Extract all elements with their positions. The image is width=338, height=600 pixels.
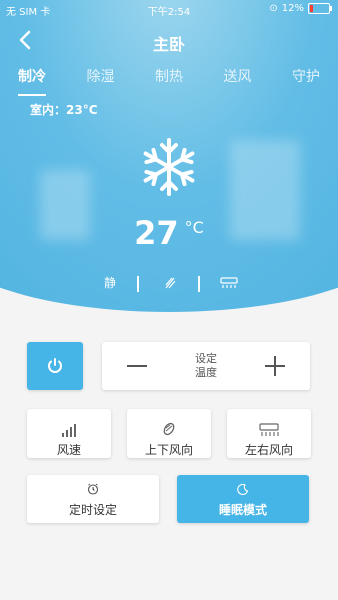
- tab-guard[interactable]: 守护: [292, 66, 320, 90]
- header: 主卧: [0, 26, 338, 56]
- set-temperature-display: 27 °C: [0, 214, 338, 252]
- indoor-temperature: 室内：23°C: [30, 103, 98, 117]
- status-right: ⊙ 12%: [269, 3, 332, 14]
- page-title: 主卧: [152, 35, 185, 54]
- set-temperature-label-line1: 设定: [195, 352, 217, 365]
- vertical-swing-icon: [163, 422, 175, 436]
- tab-fan[interactable]: 送风: [224, 66, 252, 90]
- sleep-icon: [237, 483, 249, 495]
- lock-rotation-icon: ⊙: [269, 3, 278, 14]
- horizontal-swing-icon: [259, 423, 279, 436]
- mode-tabs: 制冷 除湿 制热 送风 守护: [0, 66, 338, 96]
- quiet-indicator: 静: [104, 276, 117, 290]
- set-temperature-label: 设定 温度: [186, 352, 226, 380]
- indicator-divider: [198, 276, 200, 292]
- vertical-swing-label: 上下风向: [144, 443, 193, 457]
- power-button[interactable]: [27, 342, 83, 390]
- hero-panel: 无 SIM 卡 下午2:54 ⊙ 12% 主卧 制冷 除湿 制热 送风 守护 室…: [0, 0, 338, 312]
- fan-speed-label: 风速: [56, 443, 81, 457]
- tab-cool[interactable]: 制冷: [18, 66, 46, 96]
- horizontal-swing-button[interactable]: 左右风向: [227, 409, 311, 458]
- signal-bars-icon: [62, 424, 76, 437]
- tab-heat[interactable]: 制热: [155, 66, 183, 90]
- set-temperature-label-line2: 温度: [195, 366, 217, 379]
- temperature-control: 设定 温度: [102, 342, 310, 390]
- alarm-clock-icon: [87, 483, 99, 495]
- snowflake-icon: [140, 138, 198, 196]
- fan-speed-button[interactable]: 风速: [27, 409, 111, 458]
- vertical-swing-button[interactable]: 上下风向: [127, 409, 211, 458]
- temperature-unit: °C: [184, 218, 204, 237]
- power-icon: [48, 358, 62, 373]
- increase-temperature-button[interactable]: [265, 356, 285, 376]
- timer-label: 定时设定: [68, 503, 117, 517]
- tab-dehumidify[interactable]: 除湿: [87, 66, 115, 90]
- swing-vertical-indicator-icon: [165, 277, 176, 289]
- sleep-mode-label: 睡眠模式: [218, 503, 267, 517]
- battery-percent: 12%: [281, 3, 304, 14]
- swing-horizontal-indicator-icon: [220, 277, 238, 288]
- timer-button[interactable]: 定时设定: [27, 475, 159, 523]
- temperature-value: 27: [134, 214, 179, 252]
- mode-indicators: 静: [0, 274, 338, 296]
- battery-icon: [308, 3, 332, 14]
- status-bar: 无 SIM 卡 下午2:54 ⊙ 12%: [0, 0, 338, 18]
- decrease-temperature-button[interactable]: [127, 365, 147, 367]
- horizontal-swing-label: 左右风向: [244, 443, 293, 457]
- sleep-mode-button[interactable]: 睡眠模式: [177, 475, 309, 523]
- indicator-divider: [137, 276, 139, 292]
